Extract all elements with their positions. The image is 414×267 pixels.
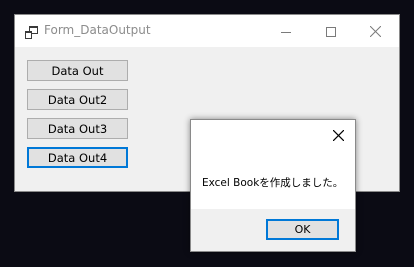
close-button[interactable] xyxy=(353,15,398,47)
minimize-button[interactable] xyxy=(263,15,308,47)
title-bar[interactable]: Form_DataOutput xyxy=(15,15,399,47)
window-title: Form_DataOutput xyxy=(44,23,151,37)
maximize-icon xyxy=(325,22,336,41)
maximize-button[interactable] xyxy=(308,15,353,47)
data-out-button[interactable]: Data Out xyxy=(27,60,128,81)
minimize-icon xyxy=(280,22,291,41)
data-out2-button[interactable]: Data Out2 xyxy=(27,89,128,110)
message-box-close-button[interactable] xyxy=(323,122,353,148)
message-text: Excel Bookを作成しました。 xyxy=(202,177,344,189)
close-icon xyxy=(332,126,344,145)
message-box-footer: OK xyxy=(191,209,355,251)
app-window-icon xyxy=(25,24,38,39)
close-icon xyxy=(369,22,382,41)
ok-button[interactable]: OK xyxy=(266,219,339,240)
message-box-dialog: Excel Bookを作成しました。 OK xyxy=(190,119,356,252)
data-out4-button[interactable]: Data Out4 xyxy=(27,147,128,168)
data-out3-button[interactable]: Data Out3 xyxy=(27,118,128,139)
